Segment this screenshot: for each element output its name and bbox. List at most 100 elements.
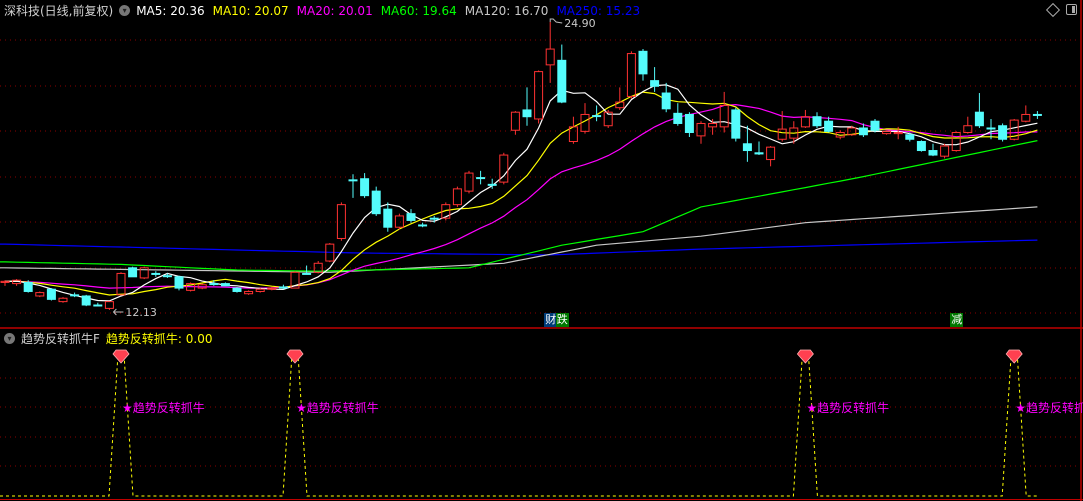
signal: ★趋势反转抓牛	[796, 349, 889, 415]
panel-toggle-icon[interactable]	[1066, 4, 1077, 15]
candle	[940, 143, 950, 159]
candle-body	[824, 120, 834, 132]
candle-body	[93, 304, 103, 307]
candle-body	[650, 80, 660, 87]
candle-body	[858, 127, 868, 136]
extreme-labels: 24.90 12.13	[113, 17, 596, 319]
candle-body	[882, 130, 892, 135]
candle-body	[592, 115, 602, 118]
indicator-name[interactable]: 趋势反转抓牛F	[21, 330, 100, 347]
chevron-down-icon[interactable]: ▾	[4, 333, 15, 344]
candle-body	[626, 53, 636, 97]
stock-title[interactable]: 深科技(日线,前复权)	[4, 2, 113, 19]
candle-body	[70, 294, 80, 297]
candle-body	[800, 116, 810, 128]
candle-body	[719, 104, 729, 128]
event-marker[interactable]: 减	[950, 313, 964, 327]
candle-body	[46, 288, 56, 300]
candle	[476, 170, 486, 185]
candle	[951, 131, 961, 152]
candle-body	[371, 190, 381, 215]
candle	[580, 103, 590, 134]
candlestick-chart[interactable]: 24.90 12.13 ★趋势反转抓牛 ★趋势反转抓牛 ★趋势反转抓牛 ★趋势反转抓牛	[0, 0, 1083, 501]
candle-body	[23, 281, 33, 292]
candle-body	[35, 292, 45, 297]
candle-body	[255, 288, 265, 292]
chevron-down-icon[interactable]: ▾	[119, 5, 131, 16]
candle-body	[406, 213, 416, 221]
candle-body	[128, 267, 138, 278]
signal: ★趋势反转抓牛	[1005, 349, 1083, 415]
candle	[128, 266, 138, 278]
candle	[603, 109, 613, 128]
candle-body	[278, 286, 288, 289]
candle	[1009, 118, 1019, 141]
candle-body	[360, 178, 370, 197]
candle	[93, 302, 103, 307]
candle	[81, 294, 91, 307]
high-flag-icon	[549, 18, 563, 24]
candle	[1021, 105, 1031, 123]
candle-body	[418, 224, 428, 227]
candle-body	[754, 152, 764, 155]
candle-body	[998, 125, 1008, 140]
candle	[464, 170, 474, 194]
candle	[731, 107, 741, 142]
candle	[974, 93, 984, 128]
candle-body	[905, 134, 915, 140]
ma-label: MA5: 20.36	[136, 3, 205, 18]
candle-body	[696, 122, 706, 137]
candle-body	[232, 287, 242, 292]
candle-body	[81, 295, 91, 306]
candle	[418, 222, 428, 228]
candle	[916, 140, 926, 152]
candle	[661, 82, 671, 113]
candle-body	[1021, 113, 1031, 122]
low-price-label: 12.13	[125, 306, 156, 319]
candle-body	[916, 141, 926, 152]
candle	[719, 91, 729, 133]
signal-label: ★趋势反转抓牛	[122, 400, 205, 415]
candle	[394, 213, 404, 230]
candle	[58, 297, 68, 303]
candle-body	[893, 131, 903, 135]
candle	[870, 118, 880, 133]
candle	[812, 112, 822, 128]
candle-body	[464, 172, 474, 192]
candle	[534, 70, 544, 124]
signal: ★趋势反转抓牛	[112, 349, 205, 415]
candles	[0, 22, 1042, 310]
candle	[174, 275, 184, 291]
candle-body	[638, 50, 648, 75]
candle	[0, 280, 10, 286]
candle-body	[986, 127, 996, 130]
candle	[383, 202, 393, 232]
candle	[12, 279, 22, 286]
candle	[510, 111, 520, 135]
ma10-line	[4, 91, 1038, 296]
chart-header: 深科技(日线,前复权) ▾ MA5: 20.36 MA10: 20.07 MA20:…	[4, 2, 640, 19]
candle	[348, 174, 358, 198]
candle	[766, 146, 776, 167]
candle-body	[302, 272, 312, 275]
candle-body	[209, 283, 219, 286]
diamond-icon[interactable]	[1045, 2, 1061, 17]
candle	[232, 286, 242, 293]
candle-body	[940, 145, 950, 157]
candle-body	[522, 109, 532, 118]
candle-body	[476, 177, 486, 180]
event-marker[interactable]: 跌	[555, 313, 569, 327]
candle	[882, 130, 892, 135]
gem-icon	[112, 349, 130, 364]
candle-body	[731, 109, 741, 139]
candle-body	[151, 272, 161, 275]
candle-body	[336, 204, 346, 239]
candle-body	[557, 59, 567, 103]
candle-body	[58, 297, 68, 303]
candle-body	[661, 92, 671, 110]
candle	[545, 22, 555, 83]
candle	[46, 288, 56, 301]
candle-body	[928, 150, 938, 156]
candle	[626, 51, 636, 99]
candle	[800, 109, 810, 128]
